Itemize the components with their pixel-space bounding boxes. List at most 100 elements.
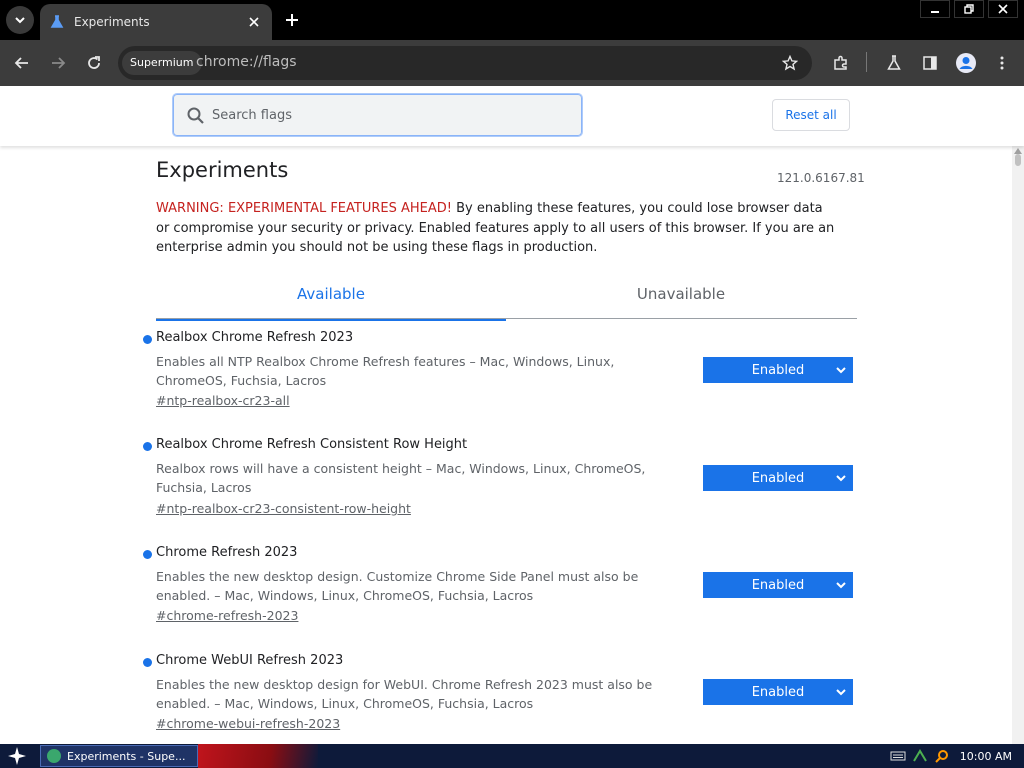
- tab-unavailable[interactable]: Unavailable: [506, 274, 856, 319]
- flag-name: Chrome Refresh 2023: [156, 545, 298, 560]
- menu-button[interactable]: [989, 50, 1015, 76]
- flag-item: Chrome Refresh 2023 Enables the new desk…: [0, 545, 1012, 645]
- magnifier-icon[interactable]: [934, 749, 950, 763]
- minimize-icon: [931, 11, 939, 13]
- new-tab-button[interactable]: [280, 8, 304, 32]
- os-taskbar: Experiments - Supe... 10:00 AM: [0, 744, 1024, 768]
- close-window-button[interactable]: [988, 0, 1018, 18]
- search-box[interactable]: [172, 93, 583, 137]
- taskbar-item-label: Experiments - Supe...: [67, 749, 186, 763]
- flask-icon: [50, 15, 64, 28]
- reset-all-button[interactable]: Reset all: [772, 99, 850, 131]
- restore-icon: [964, 4, 974, 14]
- forward-icon: [52, 57, 66, 69]
- restore-button[interactable]: [954, 0, 984, 18]
- flag-description: Enables the new desktop design. Customiz…: [156, 569, 639, 603]
- chevron-down-icon: [15, 17, 25, 24]
- flag-permalink[interactable]: #ntp-realbox-cr23-consistent-row-height: [156, 501, 411, 516]
- search-icon: [187, 107, 204, 124]
- flags-page: Reset all Experiments 121.0.6167.81 WARN…: [0, 86, 1024, 744]
- start-button[interactable]: [4, 746, 30, 766]
- chevron-down-icon: [836, 582, 846, 589]
- tab-active-underline: [156, 319, 506, 321]
- network-icon[interactable]: [912, 749, 928, 763]
- side-panel-button[interactable]: [917, 50, 943, 76]
- reload-button[interactable]: [81, 50, 107, 76]
- tab-search-button[interactable]: [6, 6, 34, 34]
- tab-close-button[interactable]: [246, 14, 262, 30]
- browser-tab[interactable]: Experiments: [40, 4, 272, 40]
- flag-select-value: Enabled: [751, 684, 805, 700]
- flag-description: Enables all NTP Realbox Chrome Refresh f…: [156, 354, 615, 388]
- flags-header: Reset all: [0, 86, 1024, 146]
- chevron-down-icon: [836, 689, 846, 696]
- profile-button[interactable]: [953, 50, 979, 76]
- close-icon: [249, 17, 259, 27]
- url-text[interactable]: chrome://flags: [196, 54, 297, 70]
- extensions-icon: [834, 55, 847, 70]
- extensions-button[interactable]: [828, 50, 854, 76]
- flag-select[interactable]: Enabled: [703, 679, 853, 705]
- close-icon: [998, 4, 1008, 14]
- tab-strip: Experiments: [0, 0, 1024, 40]
- flag-item: Realbox Chrome Refresh 2023 Enables all …: [0, 330, 1012, 430]
- flag-item: Chrome WebUI Refresh 2023 Enables the ne…: [0, 653, 1012, 744]
- star-icon: [782, 55, 798, 71]
- tab-available-label: Available: [297, 285, 365, 303]
- flag-description: Enables the new desktop design for WebUI…: [156, 677, 653, 711]
- page-scrollbar[interactable]: [1012, 146, 1024, 744]
- flag-name: Realbox Chrome Refresh Consistent Row He…: [156, 437, 468, 452]
- bookmark-button[interactable]: [780, 53, 800, 73]
- tab-unavailable-label: Unavailable: [636, 285, 726, 303]
- tab-available[interactable]: Available: [156, 274, 506, 321]
- toolbar-divider: [866, 52, 867, 72]
- tab-title: Experiments: [74, 15, 150, 29]
- window-controls: [916, 0, 1018, 20]
- omnibox[interactable]: Supermium chrome://flags: [118, 46, 812, 80]
- taskbar-item-browser[interactable]: Experiments - Supe...: [40, 745, 198, 767]
- star-burst-icon: [8, 747, 26, 765]
- labs-icon: [887, 55, 901, 70]
- minimize-button[interactable]: [920, 0, 950, 18]
- chevron-down-icon: [836, 475, 846, 482]
- flag-select[interactable]: Enabled: [703, 357, 853, 383]
- scroll-thumb[interactable]: [1015, 154, 1021, 166]
- flag-enabled-dot: [143, 335, 152, 344]
- search-input[interactable]: [212, 95, 572, 135]
- flag-permalink[interactable]: #chrome-webui-refresh-2023: [156, 716, 340, 731]
- flag-item: Realbox Chrome Refresh Consistent Row He…: [0, 437, 1012, 537]
- flag-select-value: Enabled: [751, 470, 805, 486]
- flag-select[interactable]: Enabled: [703, 572, 853, 598]
- side-panel-icon: [923, 56, 937, 70]
- flags-tabs: Available Unavailable: [156, 274, 857, 321]
- browser-toolbar: Supermium chrome://flags: [0, 40, 1024, 86]
- flag-select-value: Enabled: [751, 362, 805, 378]
- forward-button[interactable]: [45, 50, 71, 76]
- flag-enabled-dot: [143, 550, 152, 559]
- flag-description: Realbox rows will have a consistent heig…: [156, 461, 646, 495]
- menu-icon: [1000, 56, 1004, 70]
- version-label: 121.0.6167.81: [777, 171, 865, 185]
- page-title: Experiments: [156, 158, 289, 182]
- flag-name: Chrome WebUI Refresh 2023: [156, 653, 344, 668]
- system-tray: 10:00 AM: [890, 744, 1024, 768]
- flag-select-value: Enabled: [751, 577, 805, 593]
- plus-icon: [286, 14, 298, 26]
- taskbar-clock[interactable]: 10:00 AM: [960, 750, 1012, 763]
- chevron-down-icon: [836, 367, 846, 374]
- profile-icon: [956, 53, 976, 73]
- browser-app-icon: [47, 749, 61, 763]
- flags-content: Experiments 121.0.6167.81 WARNING: EXPER…: [0, 146, 1012, 744]
- flag-name: Realbox Chrome Refresh 2023: [156, 330, 354, 345]
- back-button[interactable]: [9, 50, 35, 76]
- keyboard-icon[interactable]: [890, 749, 906, 763]
- taskbar-decoration: [198, 744, 318, 768]
- warning-text: WARNING: EXPERIMENTAL FEATURES AHEAD! By…: [156, 199, 836, 258]
- flag-enabled-dot: [143, 442, 152, 451]
- site-chip[interactable]: Supermium: [122, 51, 202, 75]
- labs-button[interactable]: [881, 50, 907, 76]
- flag-select[interactable]: Enabled: [703, 465, 853, 491]
- flag-enabled-dot: [143, 658, 152, 667]
- flag-permalink[interactable]: #chrome-refresh-2023: [156, 608, 298, 623]
- flag-permalink[interactable]: #ntp-realbox-cr23-all: [156, 393, 290, 408]
